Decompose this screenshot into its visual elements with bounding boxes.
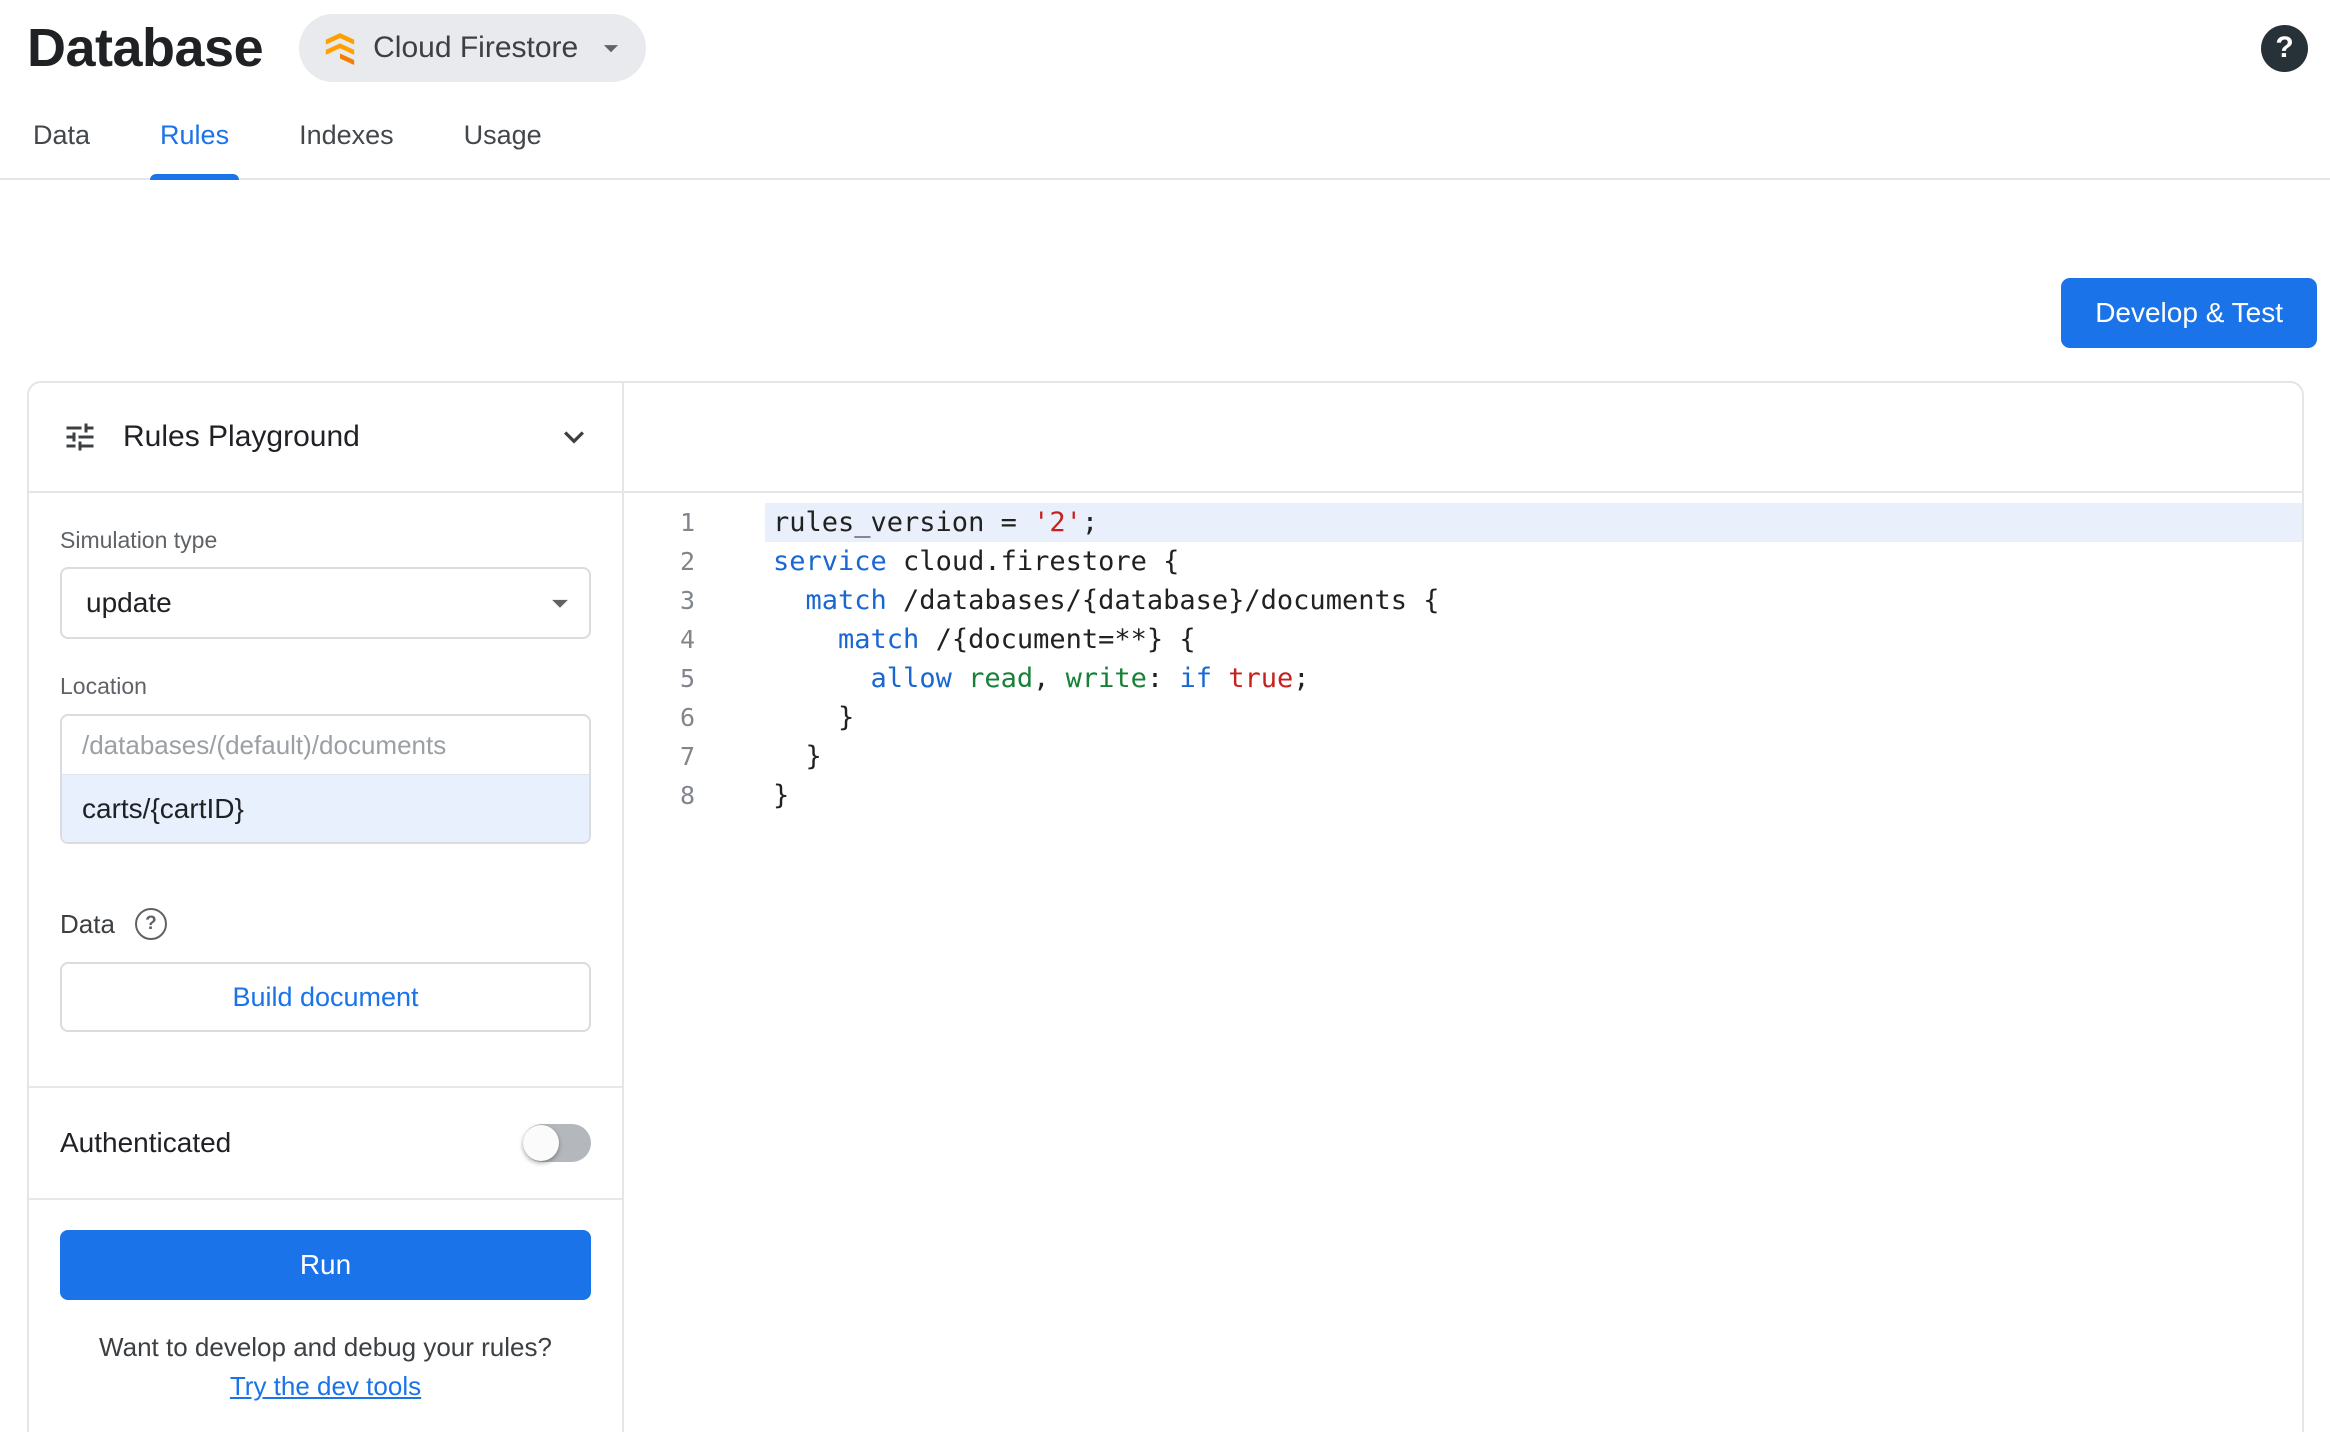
arrow-drop-down-icon — [541, 584, 579, 622]
simulation-type-value: update — [86, 587, 172, 618]
authenticated-toggle[interactable] — [523, 1124, 591, 1162]
line-number: 6 — [679, 703, 695, 732]
code-line-content[interactable]: service cloud.firestore { — [765, 542, 2302, 581]
rules-editor: 1 rules_version = '2'; 2 service cloud.fire… — [624, 383, 2302, 1432]
simulation-type-label: Simulation type — [60, 527, 218, 553]
dev-tools-question: Want to develop and debug your rules? — [99, 1332, 552, 1362]
tabs: Data Rules Indexes Usage — [0, 106, 2330, 180]
line-number: 8 — [679, 781, 695, 810]
code-line[interactable]: 8} — [624, 776, 2302, 815]
line-number: 1 — [679, 508, 695, 537]
code-line[interactable]: 2 service cloud.firestore { — [624, 542, 2302, 581]
rules-playground-header[interactable]: Rules Playground — [29, 383, 622, 493]
code-line-content[interactable]: match /databases/{database}/documents { — [765, 581, 2302, 620]
page-title: Database — [27, 18, 264, 78]
authenticated-row: Authenticated — [29, 1088, 622, 1198]
data-label: Data — [60, 908, 115, 939]
code-line[interactable]: 1 rules_version = '2'; — [624, 503, 2302, 542]
code-line[interactable]: 3 match /databases/{database}/documents … — [624, 581, 2302, 620]
tune-icon — [62, 419, 98, 455]
code-line-content[interactable]: match /{document=**} { — [765, 620, 2302, 659]
collapse-chevron-icon — [554, 417, 594, 457]
help-button[interactable]: ? — [2261, 24, 2308, 72]
code-line[interactable]: 5 allow read, write: if true; — [624, 659, 2302, 698]
toggle-knob — [523, 1125, 559, 1161]
location-input[interactable]: carts/{cartID} — [62, 774, 589, 842]
code-line-content[interactable]: allow read, write: if true; — [765, 659, 2302, 698]
run-section: Run Want to develop and debug your rules… — [29, 1230, 622, 1402]
code-line-content[interactable]: } — [765, 776, 2302, 815]
rules-playground-body: Simulation type update Location /databas… — [29, 493, 622, 1032]
develop-test-button[interactable]: Develop & Test — [2061, 278, 2317, 348]
build-document-button[interactable]: Build document — [60, 962, 591, 1032]
line-number: 7 — [679, 742, 695, 771]
tab-data[interactable]: Data — [27, 106, 96, 178]
authenticated-label: Authenticated — [60, 1127, 232, 1158]
code-lines[interactable]: 1 rules_version = '2'; 2 service cloud.fire… — [624, 493, 2302, 815]
code-line-content[interactable]: rules_version = '2'; — [765, 503, 2302, 542]
line-number: 2 — [679, 547, 695, 576]
tab-indexes[interactable]: Indexes — [293, 106, 400, 178]
help-icon: ? — [2275, 31, 2294, 64]
dev-tools-link[interactable]: Try the dev tools — [230, 1371, 421, 1401]
location-label: Location — [60, 673, 147, 699]
data-help-icon[interactable]: ? — [134, 908, 167, 940]
tab-rules[interactable]: Rules — [150, 106, 240, 180]
editor-toolbar — [624, 383, 2302, 493]
code-line[interactable]: 4 match /{document=**} { — [624, 620, 2302, 659]
rules-playground-title: Rules Playground — [123, 420, 360, 453]
app-header: Database Cloud Firestore ? — [0, 0, 2330, 82]
code-line[interactable]: 6 } — [624, 698, 2302, 737]
data-section-header: Data ? — [60, 908, 591, 940]
location-path-prefix[interactable]: /databases/(default)/documents — [62, 716, 589, 774]
product-selector-dropdown[interactable]: Cloud Firestore — [299, 14, 647, 82]
develop-test-row: Develop & Test — [0, 278, 2330, 348]
line-number: 3 — [679, 586, 695, 615]
rules-playground-sidebar: Rules Playground Simulation type update … — [29, 383, 624, 1432]
code-line-content[interactable]: } — [765, 698, 2302, 737]
product-selector-label: Cloud Firestore — [373, 31, 579, 64]
divider — [29, 1198, 622, 1200]
location-input-group: /databases/(default)/documents carts/{ca… — [60, 714, 591, 844]
run-button[interactable]: Run — [60, 1230, 591, 1300]
chevron-down-icon — [594, 31, 628, 65]
rules-panel: Rules Playground Simulation type update … — [27, 381, 2304, 1432]
line-number: 4 — [679, 625, 695, 654]
code-line-content[interactable]: } — [765, 737, 2302, 776]
tab-usage[interactable]: Usage — [458, 106, 548, 178]
cloud-firestore-icon — [323, 31, 357, 65]
line-number: 5 — [679, 664, 695, 693]
code-line[interactable]: 7 } — [624, 737, 2302, 776]
simulation-type-select[interactable]: update — [60, 567, 591, 639]
